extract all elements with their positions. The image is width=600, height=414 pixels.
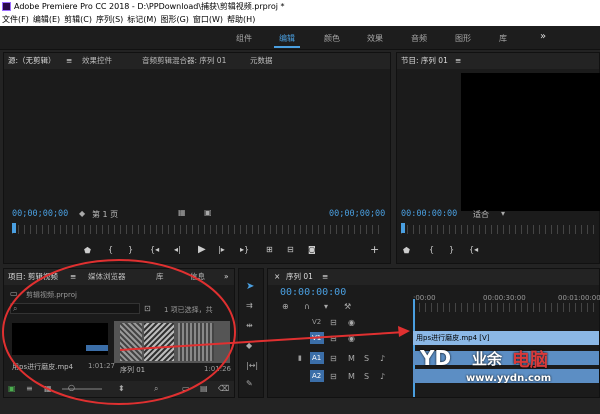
annotation-ellipse (2, 259, 236, 405)
watermark-prefix: 业余 (472, 350, 503, 368)
watermark: YD 业余 电脑 www.yydn.com (412, 346, 600, 394)
watermark-logo-icon: YD (420, 346, 452, 370)
annotation-arrow-line (119, 331, 406, 351)
annotation-arrowhead (398, 326, 410, 337)
watermark-brand: 电脑 (512, 350, 548, 371)
watermark-url: www.yydn.com (466, 373, 552, 384)
